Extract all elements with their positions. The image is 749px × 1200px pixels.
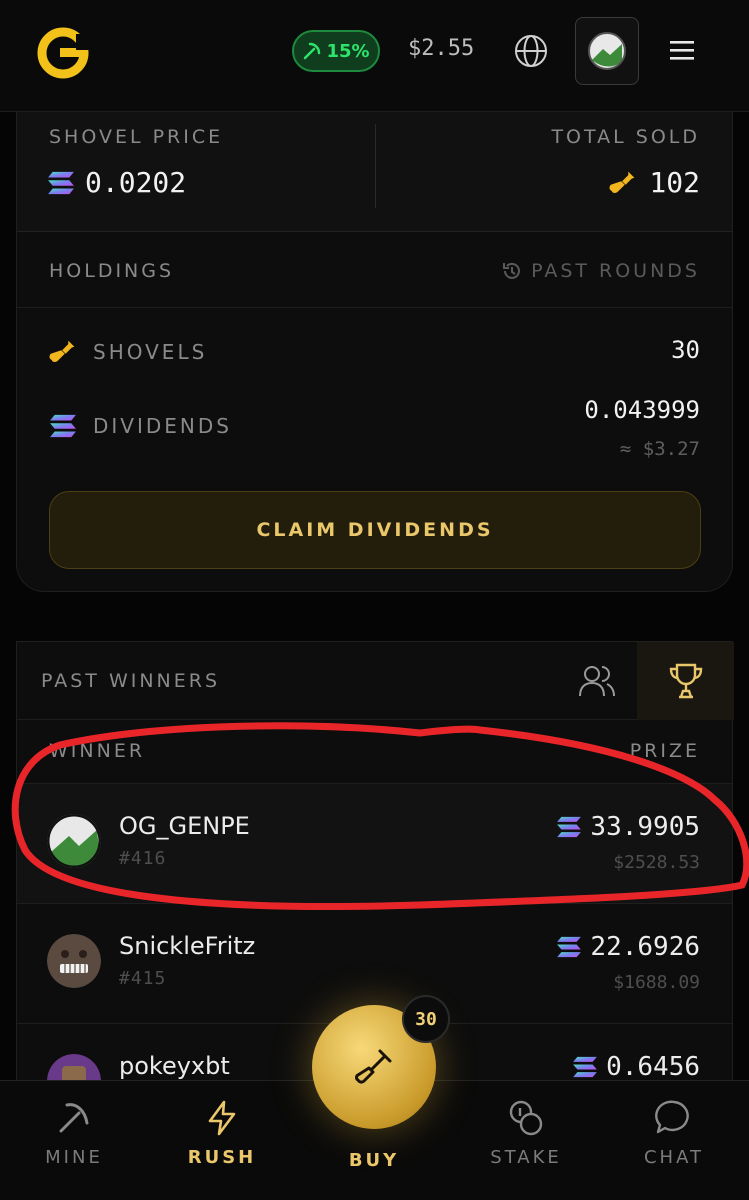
holdings-title: HOLDINGS <box>49 260 175 282</box>
boost-badge[interactable]: 15% <box>292 30 380 72</box>
profile-button[interactable] <box>575 17 639 85</box>
nav-rush[interactable]: RUSH <box>172 1099 272 1168</box>
stats-row: SHOVEL PRICE 0.0202 TOTAL SOLD 102 <box>17 112 732 232</box>
solana-icon <box>556 816 582 838</box>
solana-icon <box>47 171 75 195</box>
nav-rush-label: RUSH <box>187 1147 257 1168</box>
tab-trophy[interactable] <box>637 642 734 720</box>
holdings-header: HOLDINGS PAST ROUNDS <box>17 232 732 308</box>
avatar <box>588 32 626 70</box>
nav-stake[interactable]: STAKE <box>476 1099 576 1168</box>
buy-count-badge: 30 <box>402 995 450 1043</box>
solana-icon <box>49 414 77 438</box>
lightning-icon <box>208 1100 236 1136</box>
logo-icon[interactable] <box>36 26 90 80</box>
shovel-icon <box>49 338 77 366</box>
dividends-value: 0.043999 <box>584 396 700 424</box>
nav-mine-label: MINE <box>45 1147 103 1168</box>
pickaxe-icon <box>59 1103 89 1133</box>
shovel-icon <box>609 169 637 197</box>
winner-prize: 0.6456 <box>572 1052 700 1082</box>
solana-icon <box>572 1056 598 1078</box>
nav-mine[interactable]: MINE <box>24 1099 124 1168</box>
holdings-card: SHOVEL PRICE 0.0202 TOTAL SOLD 102 HOLDI… <box>16 112 733 592</box>
winner-round: #416 <box>119 848 167 869</box>
trophy-icon <box>669 663 702 699</box>
shovel-price-label: SHOVEL PRICE <box>49 126 224 148</box>
winner-prize-value: 22.6926 <box>590 932 700 962</box>
coins-icon <box>509 1100 543 1136</box>
winner-name: SnickleFritz <box>119 932 256 960</box>
dividends-row: DIVIDENDS <box>49 414 232 438</box>
shovels-row: SHOVELS <box>49 338 207 366</box>
chat-icon <box>655 1100 689 1134</box>
winner-prize-usd: $1688.09 <box>613 972 700 993</box>
shovel-price-number: 0.0202 <box>85 166 187 199</box>
pickaxe-icon <box>304 42 321 60</box>
top-bar: 15% $2.55 <box>0 0 749 112</box>
past-winners-header: PAST WINNERS <box>17 642 734 720</box>
winner-prize-value: 33.9905 <box>590 812 700 842</box>
nav-chat-label: CHAT <box>643 1147 704 1168</box>
winner-name: OG_GENPE <box>119 812 250 840</box>
boost-label: 15% <box>326 40 370 62</box>
total-sold-number: 102 <box>649 166 700 199</box>
past-winners-title: PAST WINNERS <box>41 670 221 692</box>
solana-icon <box>556 936 582 958</box>
shovels-value: 30 <box>671 336 700 364</box>
nav-stake-label: STAKE <box>490 1147 562 1168</box>
token-price: $2.55 <box>408 36 475 61</box>
column-winner: WINNER <box>49 740 146 762</box>
menu-icon[interactable] <box>668 38 696 62</box>
globe-icon[interactable] <box>514 34 548 68</box>
shovel-price-value: 0.0202 <box>47 166 186 199</box>
divider <box>375 124 376 208</box>
avatar <box>47 814 101 868</box>
winners-column-header: WINNER PRIZE <box>17 720 732 784</box>
winner-prize: 33.9905 <box>556 812 700 842</box>
nav-chat[interactable]: CHAT <box>624 1099 724 1168</box>
history-icon <box>503 262 521 279</box>
nav-buy-label: BUY <box>348 1150 400 1171</box>
dividends-label: DIVIDENDS <box>93 414 232 438</box>
winner-round: #415 <box>119 968 167 989</box>
winner-prize-value: 0.6456 <box>606 1052 700 1082</box>
winner-row[interactable]: OG_GENPE #416 33.9905 $2528.53 <box>17 784 732 904</box>
column-prize: PRIZE <box>629 740 700 762</box>
winner-name: pokeyxbt <box>119 1052 230 1080</box>
total-sold-label: TOTAL SOLD <box>551 126 700 148</box>
past-rounds-label: PAST ROUNDS <box>531 260 700 282</box>
winner-prize-usd: $2528.53 <box>613 852 700 873</box>
winner-prize: 22.6926 <box>556 932 700 962</box>
avatar <box>47 934 101 988</box>
past-rounds-link[interactable]: PAST ROUNDS <box>501 260 700 282</box>
claim-dividends-button[interactable]: CLAIM DIVIDENDS <box>49 491 701 569</box>
tab-users[interactable] <box>557 642 637 720</box>
total-sold-value: 102 <box>609 166 700 199</box>
dividends-usd: ≈ $3.27 <box>619 438 700 460</box>
shovel-icon <box>355 1049 392 1084</box>
users-icon <box>579 666 615 697</box>
shovels-label: SHOVELS <box>93 340 208 364</box>
